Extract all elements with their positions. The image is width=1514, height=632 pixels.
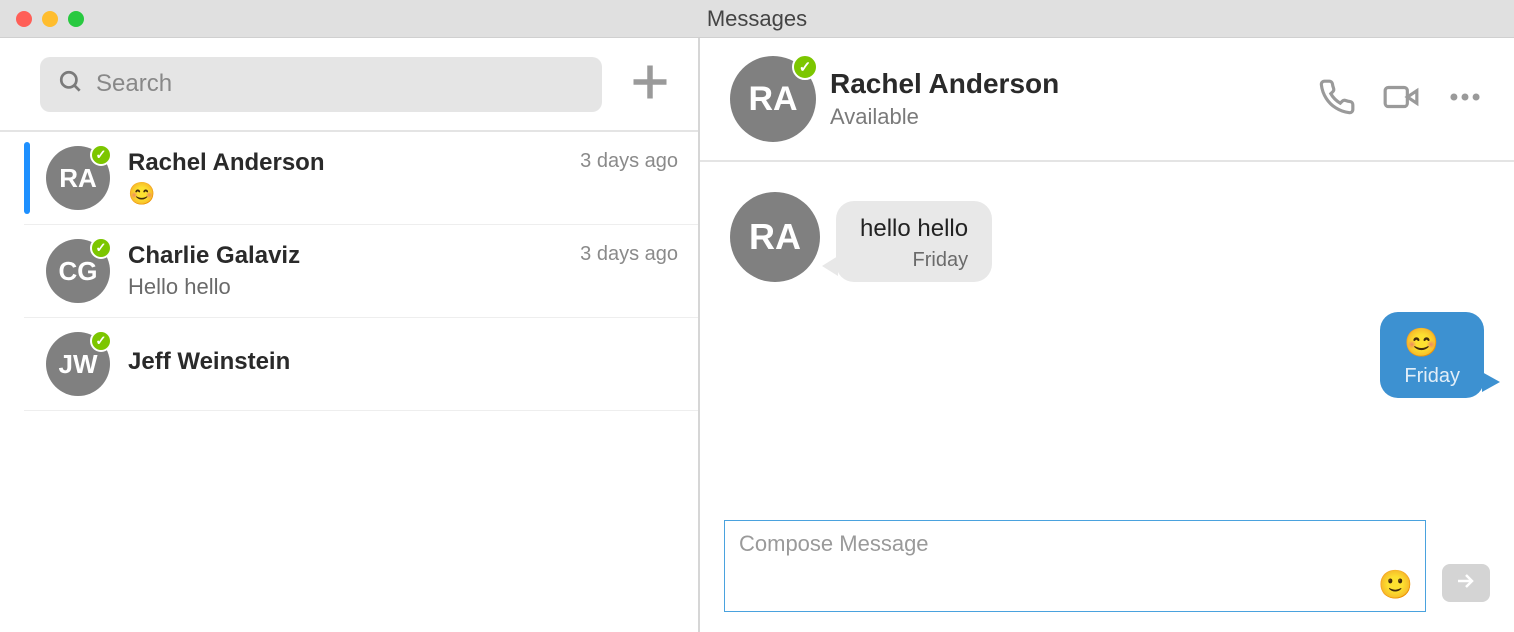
conversation-time: 3 days ago (580, 243, 678, 266)
avatar-initials: RA (59, 163, 97, 194)
close-window-button[interactable] (16, 11, 32, 27)
chat-header-actions (1318, 78, 1484, 121)
search-input[interactable] (96, 70, 584, 98)
emoji-picker-button[interactable]: 🙂 (1378, 568, 1413, 601)
message-text: 😊 (1404, 326, 1460, 359)
chat-header: RA ✓ Rachel Anderson Available (700, 38, 1514, 162)
message-row-outgoing: 😊 Friday (730, 312, 1484, 398)
message-bubble[interactable]: hello hello Friday (836, 201, 992, 282)
conversation-body: Rachel Anderson 😊 (128, 149, 580, 207)
emoji-icon: 🙂 (1378, 569, 1413, 600)
maximize-window-button[interactable] (68, 11, 84, 27)
message-text: hello hello (860, 215, 968, 243)
search-box[interactable] (40, 57, 602, 112)
message-bubble[interactable]: 😊 Friday (1380, 312, 1484, 398)
avatar-initials: RA (748, 80, 797, 119)
avatar: RA (730, 192, 820, 282)
composer: Compose Message 🙂 (700, 502, 1514, 632)
video-call-button[interactable] (1382, 78, 1420, 121)
presence-badge: ✓ (792, 54, 818, 80)
presence-badge: ✓ (90, 237, 112, 259)
conversation-time: 3 days ago (580, 150, 678, 173)
conversation-item[interactable]: RA ✓ Rachel Anderson 😊 3 days ago (24, 132, 698, 225)
message-list: RA hello hello Friday 😊 Friday (700, 162, 1514, 502)
chat-contact-name: Rachel Anderson (830, 68, 1304, 100)
conversation-name: Jeff Weinstein (128, 348, 678, 376)
phone-icon (1318, 78, 1356, 121)
send-button[interactable] (1442, 564, 1490, 602)
sidebar: RA ✓ Rachel Anderson 😊 3 days ago CG ✓ C… (0, 38, 700, 632)
message-time: Friday (1404, 365, 1460, 388)
search-row (0, 38, 698, 132)
conversation-body: Charlie Galaviz Hello hello (128, 242, 580, 300)
avatar-initials: CG (59, 256, 98, 287)
chat-pane: RA ✓ Rachel Anderson Available (700, 38, 1514, 632)
avatar: JW ✓ (46, 332, 110, 396)
avatar-initials: JW (59, 349, 98, 380)
conversation-body: Jeff Weinstein (128, 348, 678, 380)
message-row-incoming: RA hello hello Friday (730, 192, 1484, 282)
plus-icon (628, 60, 672, 109)
conversation-item[interactable]: CG ✓ Charlie Galaviz Hello hello 3 days … (24, 225, 698, 318)
send-icon (1454, 569, 1478, 598)
more-options-button[interactable] (1446, 78, 1484, 121)
conversation-item[interactable]: JW ✓ Jeff Weinstein (24, 318, 698, 411)
avatar: CG ✓ (46, 239, 110, 303)
message-time: Friday (860, 249, 968, 272)
more-icon (1446, 78, 1484, 121)
conversation-name: Rachel Anderson (128, 149, 580, 177)
presence-badge: ✓ (90, 144, 112, 166)
avatar: RA ✓ (730, 56, 816, 142)
window-title: Messages (707, 6, 807, 32)
conversation-name: Charlie Galaviz (128, 242, 580, 270)
active-indicator (24, 142, 30, 214)
audio-call-button[interactable] (1318, 78, 1356, 121)
minimize-window-button[interactable] (42, 11, 58, 27)
video-icon (1382, 78, 1420, 121)
conversation-list: RA ✓ Rachel Anderson 😊 3 days ago CG ✓ C… (0, 132, 698, 632)
conversation-preview: 😊 (128, 181, 580, 207)
conversation-preview: Hello hello (128, 274, 580, 300)
compose-input[interactable]: Compose Message 🙂 (724, 520, 1426, 612)
presence-badge: ✓ (90, 330, 112, 352)
chat-header-text: Rachel Anderson Available (830, 68, 1304, 130)
avatar: RA ✓ (46, 146, 110, 210)
avatar-initials: RA (749, 216, 801, 258)
titlebar: Messages (0, 0, 1514, 38)
search-icon (58, 69, 84, 100)
window-controls (16, 11, 84, 27)
chat-contact-status: Available (830, 104, 1304, 130)
new-conversation-button[interactable] (622, 56, 678, 112)
compose-placeholder: Compose Message (739, 531, 929, 556)
